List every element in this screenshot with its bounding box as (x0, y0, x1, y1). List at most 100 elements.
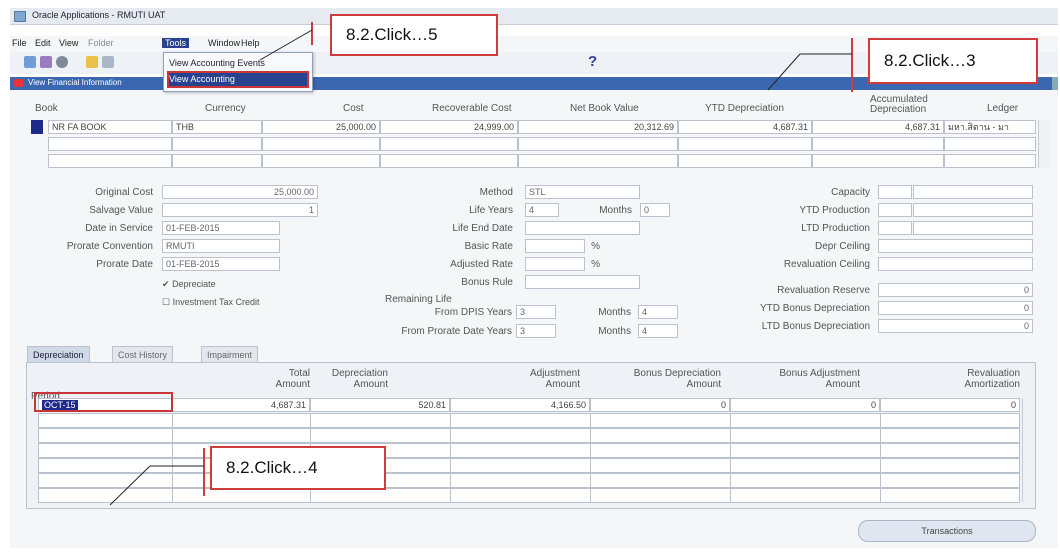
help-icon[interactable]: ? (588, 53, 597, 70)
salvage-value-field[interactable]: 1 (162, 203, 318, 217)
grid-ytd-cell[interactable]: 4,687.31 (678, 120, 812, 134)
menu-edit[interactable]: Edit (35, 38, 51, 48)
ytd-production-field[interactable] (878, 203, 912, 217)
grid-book-cell[interactable]: NR FA BOOK (48, 120, 172, 134)
date-in-service-field[interactable]: 01-FEB-2015 (162, 221, 280, 235)
method-field[interactable]: STL (525, 185, 640, 199)
prorate-months-field[interactable]: 4 (638, 324, 678, 338)
basic-rate-field[interactable] (525, 239, 585, 253)
life-years-label: Life Years (469, 205, 513, 216)
transactions-button[interactable]: Transactions (858, 520, 1036, 542)
prorate-convention-field[interactable]: RMUTI (162, 239, 280, 253)
dep-reval-cell[interactable]: 0 (880, 398, 1020, 412)
menu-view[interactable]: View (59, 38, 78, 48)
life-years-field[interactable]: 4 (525, 203, 559, 217)
depr-ceiling-label: Depr Ceiling (814, 241, 870, 252)
grid-empty-cell[interactable] (48, 154, 172, 168)
close-window-icon[interactable] (14, 79, 23, 87)
menu-window[interactable]: Window (208, 38, 240, 48)
grid-empty-cell[interactable] (678, 154, 812, 168)
dpis-months-field[interactable]: 4 (638, 305, 678, 319)
ltd-production-field[interactable] (878, 221, 912, 235)
ytd-bonus-depreciation-label: YTD Bonus Depreciation (759, 303, 870, 314)
dep-col-total-l2: Amount (275, 379, 310, 390)
grid-ledger-cell[interactable]: มหา.สิตาน - มา (944, 120, 1036, 134)
grid-accum-cell[interactable]: 4,687.31 (812, 120, 944, 134)
row-selector[interactable] (31, 120, 43, 134)
col-net-book-value: Net Book Value (570, 103, 639, 114)
dep-col-divider (590, 413, 591, 503)
original-cost-field[interactable]: 25,000.00 (162, 185, 318, 199)
save-icon[interactable] (102, 56, 114, 68)
header-title: View Financial Information (28, 78, 122, 87)
grid-empty-cell[interactable] (48, 137, 172, 151)
ytd-production-extra[interactable] (913, 203, 1033, 217)
remaining-life-label: Remaining Life (385, 294, 452, 305)
from-dpis-years-label: From DPIS Years (434, 307, 512, 318)
from-prorate-years-field[interactable]: 3 (516, 324, 556, 338)
depr-ceiling-field[interactable] (878, 239, 1033, 253)
grid-empty-cell[interactable] (518, 137, 678, 151)
grid-empty-cell[interactable] (944, 137, 1036, 151)
menu-help[interactable]: Help (241, 38, 260, 48)
folder-icon[interactable] (86, 56, 98, 68)
dep-empty-rows[interactable] (38, 413, 1020, 503)
life-end-date-field[interactable] (525, 221, 640, 235)
nav-icon[interactable] (40, 56, 52, 68)
investment-tax-credit-checkbox[interactable]: ☐ Investment Tax Credit (162, 297, 259, 308)
menu-file[interactable]: File (12, 38, 27, 48)
grid-empty-cell[interactable] (812, 137, 944, 151)
menu-item-view-accounting-events[interactable]: View Accounting Events (169, 57, 307, 70)
grid-empty-cell[interactable] (172, 137, 262, 151)
col-ledger: Ledger (987, 103, 1019, 114)
depreciate-checkbox[interactable]: ✔ Depreciate (162, 279, 216, 290)
grid-empty-cell[interactable] (812, 154, 944, 168)
grid-empty-cell[interactable] (678, 137, 812, 151)
grid-empty-cell[interactable] (262, 137, 380, 151)
window-title: Oracle Applications - RMUTI UAT (32, 10, 166, 20)
life-months-field[interactable]: 0 (640, 203, 670, 217)
grid-empty-cell[interactable] (172, 154, 262, 168)
ltd-production-extra[interactable] (913, 221, 1033, 235)
bonus-rule-field[interactable] (525, 275, 640, 289)
menu-tools[interactable]: Tools (162, 38, 190, 48)
revaluation-reserve-field[interactable]: 0 (878, 283, 1033, 297)
revaluation-reserve-label: Revaluation Reserve (777, 285, 870, 296)
grid-recoverable-cell[interactable]: 24,999.00 (380, 120, 518, 134)
dep-bonus-adj-cell[interactable]: 0 (730, 398, 880, 412)
header-edge (1052, 77, 1058, 90)
grid-empty-cell[interactable] (518, 154, 678, 168)
dep-total-cell[interactable]: 4,687.31 (172, 398, 310, 412)
dep-adjustment-cell[interactable]: 4,166.50 (450, 398, 590, 412)
col-currency: Currency (205, 103, 246, 114)
empty-checkbox-icon: ☐ (162, 297, 171, 307)
life-months-label: Months (599, 205, 632, 216)
open-icon[interactable] (24, 56, 36, 68)
grid-nbv-cell[interactable]: 20,312.69 (518, 120, 678, 134)
adjusted-rate-field[interactable] (525, 257, 585, 271)
grid-empty-cell[interactable] (262, 154, 380, 168)
prorate-date-field[interactable]: 01-FEB-2015 (162, 257, 280, 271)
grid-scrollbar[interactable] (1038, 120, 1050, 168)
grid-empty-cell[interactable] (380, 154, 518, 168)
capacity-uom-field[interactable] (913, 185, 1033, 199)
menu-folder[interactable]: Folder (88, 38, 114, 48)
dep-col-bonus-dep-l1: Bonus Depreciation (633, 368, 721, 379)
check-icon: ✔ (162, 279, 170, 289)
grid-currency-cell[interactable]: THB (172, 120, 262, 134)
ytd-bonus-depreciation-field[interactable]: 0 (878, 301, 1033, 315)
from-dpis-years-field[interactable]: 3 (516, 305, 556, 319)
ltd-bonus-depreciation-field[interactable]: 0 (878, 319, 1033, 333)
grid-empty-cell[interactable] (380, 137, 518, 151)
prorate-date-label: Prorate Date (96, 259, 153, 270)
ytd-production-label: YTD Production (799, 205, 870, 216)
dep-scrollbar[interactable] (1022, 398, 1034, 502)
revaluation-ceiling-field[interactable] (878, 257, 1033, 271)
dep-bonus-dep-cell[interactable]: 0 (590, 398, 730, 412)
dep-amount-cell[interactable]: 520.81 (310, 398, 450, 412)
grid-empty-cell[interactable] (944, 154, 1036, 168)
switch-icon[interactable] (56, 56, 68, 68)
capacity-field[interactable] (878, 185, 912, 199)
menu-item-view-accounting[interactable]: View Accounting (167, 71, 309, 88)
grid-cost-cell[interactable]: 25,000.00 (262, 120, 380, 134)
